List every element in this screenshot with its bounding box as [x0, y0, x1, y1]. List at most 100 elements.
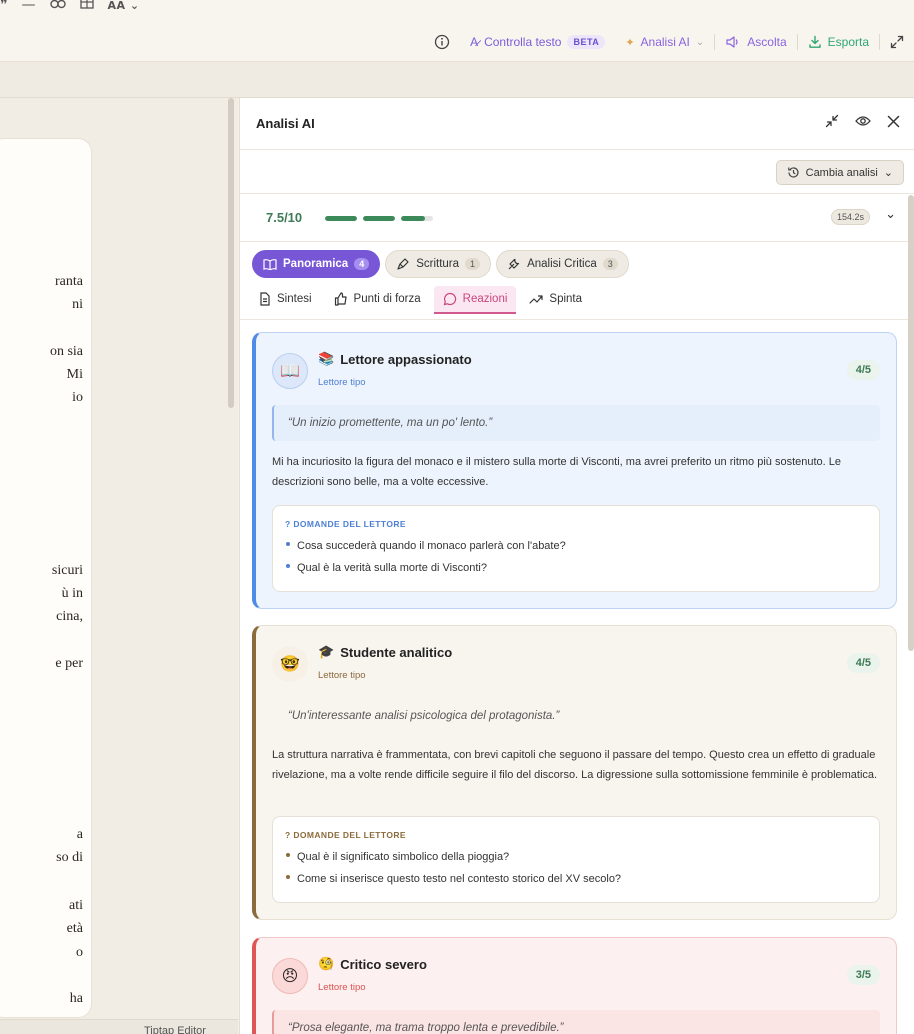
- subtab-label: Punti di forza: [353, 293, 421, 305]
- change-analysis-button[interactable]: Cambia analisi ⌄: [775, 160, 904, 185]
- text-fragment: cina,: [56, 609, 83, 624]
- table-icon[interactable]: [79, 0, 94, 13]
- reader-role: Lettore tipo: [318, 377, 366, 388]
- reader-comment: La struttura narrativa è frammentata, co…: [272, 749, 878, 781]
- tab-scrittura[interactable]: Scrittura 1: [385, 250, 492, 278]
- analysis-selector-row: Cambia analisi ⌄: [240, 150, 914, 194]
- question-item: Qual è la verità sulla morte di Visconti…: [285, 557, 867, 579]
- text-fragment: io: [72, 390, 83, 405]
- reader-role: Lettore tipo: [318, 982, 366, 993]
- check-text-label: Controlla testo: [484, 35, 562, 49]
- tab-count: 1: [465, 258, 481, 270]
- export-button[interactable]: Esporta: [798, 28, 879, 56]
- questions-header: ? DOMANDE DEL LETTORE: [285, 830, 867, 840]
- minimize-icon[interactable]: [825, 114, 839, 132]
- reader-name-text: Lettore appassionato: [340, 351, 472, 367]
- chevron-down-icon[interactable]: ⌄: [885, 207, 896, 222]
- quote-icon[interactable]: ❞: [0, 0, 8, 13]
- speaker-icon: [726, 36, 738, 48]
- export-label: Esporta: [827, 35, 869, 49]
- text-fragment: a: [76, 827, 83, 842]
- font-size-button[interactable]: AA ⌄: [108, 0, 140, 12]
- fullscreen-button[interactable]: [880, 28, 914, 56]
- score-row: 7.5/10 154.2s ⌄: [240, 194, 914, 242]
- reader-name-text: Critico severo: [340, 956, 427, 972]
- pen-icon: [397, 258, 409, 270]
- text-fragment: o: [76, 945, 83, 960]
- reader-rating: 3/5: [846, 965, 880, 985]
- editor-area: ranta ni on sia Mi io sicuri ù in cina, …: [0, 98, 238, 1034]
- tab-label: Panoramica: [283, 258, 349, 270]
- ai-analysis-button[interactable]: ✦ Analisi AI ⌄: [615, 28, 714, 56]
- download-icon: [808, 35, 821, 48]
- text-fragment: età: [66, 921, 83, 936]
- questions-header: ? DOMANDE DEL LETTORE: [285, 519, 867, 529]
- sparkle-icon: ✦: [625, 36, 635, 49]
- text-fragment: on sia: [49, 344, 83, 359]
- text-fragment: ranta: [55, 274, 83, 289]
- ai-analysis-panel: Analisi AI Cambia analisi ⌄ 7.5/10 154.2…: [239, 98, 914, 1034]
- question-item: Qual è il significato simbolico della pi…: [285, 846, 867, 868]
- reader-quote: “Un inizio promettente, ma un po' lento.…: [272, 405, 880, 441]
- reader-comment: Mi ha incuriosito la figura del monaco e…: [272, 456, 842, 488]
- editor-page[interactable]: ranta ni on sia Mi io sicuri ù in cina, …: [0, 138, 92, 1018]
- angry-face-icon: 😠: [272, 958, 308, 994]
- close-icon[interactable]: [887, 114, 900, 132]
- panel-scrollbar[interactable]: [908, 195, 914, 651]
- info-button[interactable]: [424, 28, 460, 56]
- subtab-sintesi[interactable]: Sintesi: [250, 286, 321, 314]
- divider-icon[interactable]: —: [22, 0, 36, 13]
- chat-bubble-icon: [443, 292, 456, 306]
- text-fragment: sicuri: [51, 563, 83, 578]
- book-icon: [263, 259, 277, 270]
- text-fragment: so di: [56, 850, 83, 865]
- subtab-divider: [240, 319, 914, 320]
- reader-quote: “Prosa elegante, ma trama troppo lenta e…: [272, 1010, 880, 1034]
- secondary-toolbar: [0, 62, 914, 98]
- reader-name: 📚 Lettore appassionato: [318, 351, 472, 367]
- text-fragment: ati: [69, 898, 83, 913]
- tab-analisi-critica[interactable]: Analisi Critica 3: [496, 250, 629, 278]
- question-item: Cosa succederà quando il monaco parlerà …: [285, 535, 867, 557]
- info-icon: [434, 34, 450, 50]
- tab-label: Analisi Critica: [527, 258, 597, 270]
- thumbs-up-icon: [334, 292, 347, 306]
- tab-count: 3: [602, 258, 618, 270]
- subtab-reazioni[interactable]: Reazioni: [433, 286, 517, 314]
- eye-icon[interactable]: [855, 114, 871, 132]
- books-icon: 📚: [318, 351, 335, 366]
- tab-count: 4: [354, 258, 370, 270]
- reader-rating: 4/5: [846, 360, 880, 380]
- editor-scrollbar[interactable]: [228, 98, 234, 408]
- text-fragment: ni: [72, 297, 83, 312]
- subtab-spinta[interactable]: Spinta: [520, 286, 591, 314]
- question-icon: ?: [285, 830, 291, 840]
- subtab-label: Sintesi: [277, 293, 312, 305]
- score-progress: [325, 216, 433, 221]
- subtab-label: Reazioni: [462, 293, 508, 305]
- link-icon[interactable]: [49, 0, 66, 13]
- spell-check-icon: A̷: [470, 35, 479, 49]
- reader-name: 🧐 Critico severo: [318, 956, 427, 972]
- overall-score: 7.5/10: [266, 210, 303, 225]
- reader-role: Lettore tipo: [318, 670, 366, 681]
- beta-badge: BETA: [567, 35, 606, 49]
- editor-footer-text: Tiptap Editor: [144, 1025, 206, 1034]
- questions-header-text: DOMANDE DEL LETTORE: [293, 519, 406, 529]
- listen-button[interactable]: Ascolta: [715, 28, 796, 56]
- panel-actions: [825, 114, 900, 132]
- ai-analysis-label: Analisi AI: [640, 35, 690, 49]
- face-icon: 🤓: [272, 646, 308, 682]
- reader-name: 🎓 Studente analitico: [318, 644, 452, 660]
- top-toolbar: ❞ — AA ⌄ A̷ Controlla testo BETA ✦ Anali…: [0, 0, 914, 62]
- check-text-button[interactable]: A̷ Controlla testo BETA: [460, 28, 615, 56]
- reaction-card: 🤓 🎓 Studente analitico Lettore tipo 4/5 …: [252, 625, 897, 920]
- reader-questions: ? DOMANDE DEL LETTORE Cosa succederà qua…: [272, 505, 880, 592]
- tab-panoramica[interactable]: Panoramica 4: [252, 250, 381, 278]
- graduation-cap-icon: 🎓: [318, 644, 335, 659]
- reaction-card: 😠 🧐 Critico severo Lettore tipo 3/5 “Pro…: [252, 937, 897, 1034]
- reader-rating: 4/5: [846, 653, 880, 673]
- font-size-label: AA: [107, 0, 126, 12]
- subtab-punti-di-forza[interactable]: Punti di forza: [325, 286, 430, 314]
- document-icon: [260, 292, 270, 306]
